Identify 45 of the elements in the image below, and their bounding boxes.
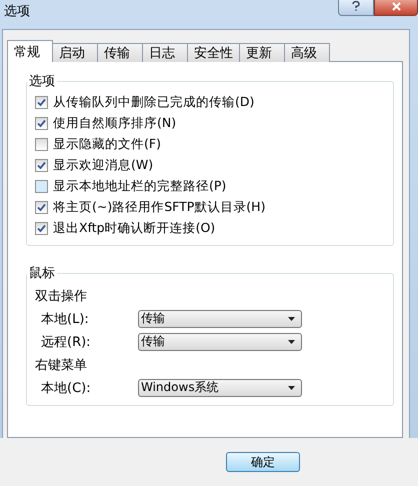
tab[interactable]: 日志 <box>142 43 188 62</box>
checkbox[interactable] <box>35 96 48 109</box>
tab[interactable]: 安全性 <box>187 43 240 62</box>
checkbox[interactable] <box>35 117 48 130</box>
checkbox[interactable] <box>35 201 48 214</box>
close-icon <box>392 2 400 10</box>
group-title: 选项 <box>28 73 56 90</box>
dropdown-arrow-icon <box>288 316 295 320</box>
check-icon <box>37 224 46 233</box>
check-icon <box>37 161 46 170</box>
dropdown-arrow-icon <box>288 386 295 390</box>
close-button[interactable] <box>374 0 418 16</box>
tab[interactable]: 常规 <box>7 40 53 62</box>
check-icon <box>37 98 46 107</box>
field-label: 远程(R): <box>41 334 92 350</box>
checkbox[interactable] <box>35 222 48 235</box>
dropdown[interactable]: 传输 <box>138 332 302 350</box>
checkbox-label: 显示隐藏的文件(F) <box>53 136 161 153</box>
dropdown[interactable]: Windows系统 <box>138 378 302 396</box>
group-title: 鼠标 <box>28 265 56 282</box>
field-label: 本地(C): <box>41 380 92 396</box>
tab[interactable]: 高级 <box>284 43 330 62</box>
section-title: 右键菜单 <box>35 357 88 374</box>
checkbox-label: 从传输队列中删除已完成的传输(D) <box>53 94 254 111</box>
checkbox-label: 退出Xftp时确认断开连接(O) <box>53 220 216 237</box>
check-icon <box>37 203 46 212</box>
window-title: 选项 <box>3 3 31 21</box>
tab[interactable]: 传输 <box>97 43 143 62</box>
checkbox-label: 使用自然顺序排序(N) <box>53 115 176 132</box>
dropdown[interactable]: 传输 <box>138 310 302 328</box>
ok-button[interactable]: 确定 <box>226 452 300 472</box>
question-icon <box>352 1 360 11</box>
checkbox[interactable] <box>35 180 48 193</box>
checkbox-label: 将主页(~)路径用作SFTP默认目录(H) <box>53 199 266 216</box>
tab[interactable]: 更新 <box>239 43 285 62</box>
checkbox[interactable] <box>35 138 48 151</box>
dropdown-arrow-icon <box>288 340 295 344</box>
checkbox[interactable] <box>35 159 48 172</box>
checkbox-label: 显示本地地址栏的完整路径(P) <box>53 178 226 195</box>
field-label: 本地(L): <box>41 310 90 328</box>
tab[interactable]: 启动 <box>52 43 98 62</box>
help-button[interactable] <box>338 0 374 16</box>
section-title: 双击操作 <box>35 288 88 305</box>
checkbox-label: 显示欢迎消息(W) <box>53 157 154 174</box>
check-icon <box>37 119 46 128</box>
